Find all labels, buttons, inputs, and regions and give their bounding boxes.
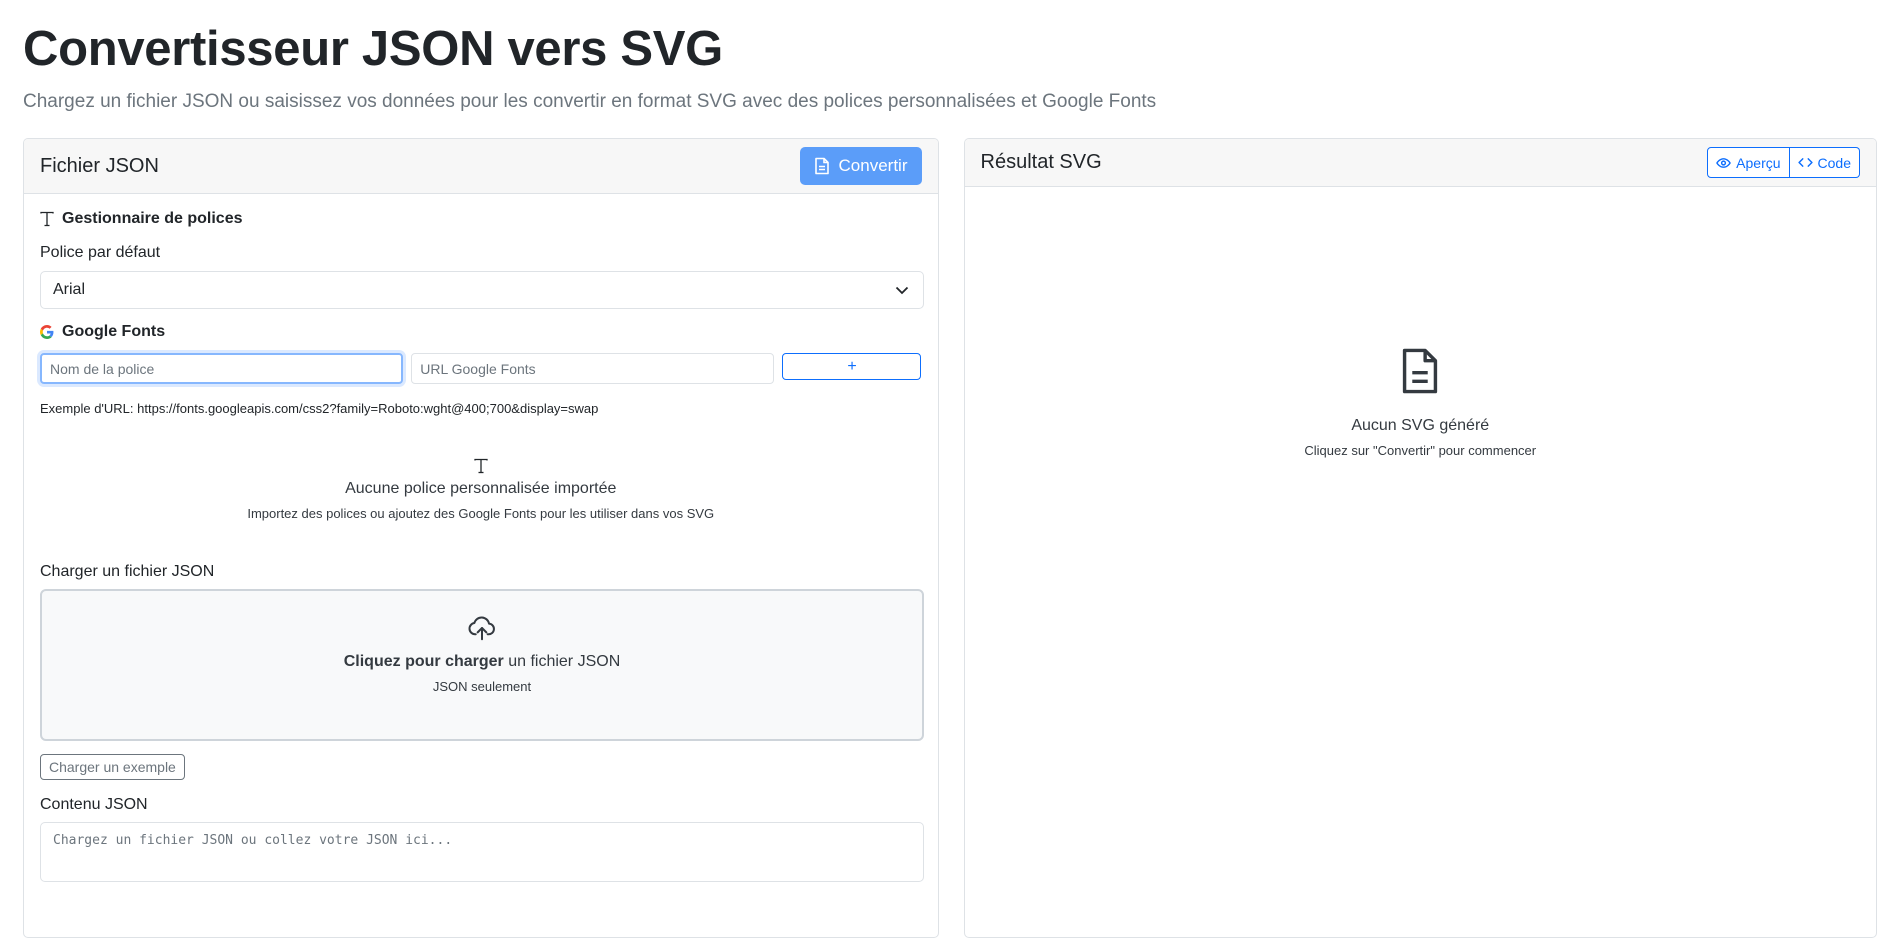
page-title: Convertisseur JSON vers SVG xyxy=(23,22,723,76)
code-button[interactable]: Code xyxy=(1789,147,1860,178)
json-panel-title: Fichier JSON xyxy=(40,154,159,177)
cloud-upload-icon xyxy=(42,591,922,643)
no-svg-empty-state: Aucun SVG généré Cliquez sur "Convertir"… xyxy=(965,347,1877,458)
load-example-button[interactable]: Charger un exemple xyxy=(40,754,185,780)
example-url-help: Exemple d'URL: https://fonts.googleapis.… xyxy=(40,401,599,416)
chevron-down-icon xyxy=(895,286,909,295)
upload-cta-bold: Cliquez pour charger xyxy=(343,653,504,670)
no-fonts-title: Aucune police personnalisée importée xyxy=(345,480,617,497)
page-subtitle: Chargez un fichier JSON ou saisissez vos… xyxy=(23,91,1157,112)
json-panel-header: Fichier JSON Convertir xyxy=(24,139,938,194)
no-fonts-empty-state: Aucune police personnalisée importée Imp… xyxy=(40,458,922,521)
example-button-row: Charger un exemple xyxy=(40,754,922,780)
font-name-input[interactable]: Nom de la police xyxy=(40,353,404,384)
no-svg-title: Aucun SVG généré xyxy=(1351,417,1490,434)
convert-button[interactable]: Convertir xyxy=(799,147,922,185)
json-content-label: Contenu JSON xyxy=(40,796,148,813)
upload-label: Charger un fichier JSON xyxy=(40,563,215,580)
file-text-icon xyxy=(965,347,1877,395)
font-manager-label: Gestionnaire de polices xyxy=(62,210,243,227)
no-svg-hint: Cliquez sur "Convertir" pour commencer xyxy=(1304,443,1537,458)
font-url-placeholder: URL Google Fonts xyxy=(420,360,536,377)
default-font-value: Arial xyxy=(53,281,86,298)
json-panel: Fichier JSON Convertir Gestionnaire de p… xyxy=(23,138,939,938)
main-columns: Fichier JSON Convertir Gestionnaire de p… xyxy=(23,138,1877,938)
upload-hint: JSON seulement xyxy=(432,679,532,694)
preview-button[interactable]: Aperçu xyxy=(1707,147,1790,178)
page: Convertisseur JSON vers SVG Chargez un f… xyxy=(0,0,1900,938)
json-textarea-placeholder: Chargez un fichier JSON ou collez votre … xyxy=(53,833,453,848)
font-manager-title: Gestionnaire de polices xyxy=(40,210,922,228)
google-fonts-label: Google Fonts xyxy=(62,323,166,340)
google-fonts-form: Nom de la police URL Google Fonts + xyxy=(40,353,922,384)
add-font-button[interactable]: + xyxy=(782,353,922,380)
view-toggle: Aperçu Code xyxy=(1707,147,1860,178)
default-font-label: Police par défaut xyxy=(40,244,161,261)
eye-icon xyxy=(1716,157,1732,169)
preview-label: Aperçu xyxy=(1736,154,1781,171)
convert-button-label: Convertir xyxy=(838,156,908,175)
svg-result-header: Résultat SVG Aperçu Code xyxy=(964,139,1876,187)
json-dropzone[interactable]: Cliquez pour charger un fichier JSON JSO… xyxy=(40,589,924,741)
svg-result-panel: Résultat SVG Aperçu Code Aucun SVG génér… xyxy=(963,138,1877,938)
upload-cta: Cliquez pour charger un fichier JSON xyxy=(42,653,922,671)
font-name-placeholder: Nom de la police xyxy=(50,360,155,377)
type-icon xyxy=(40,458,922,474)
code-icon xyxy=(1797,157,1813,168)
no-fonts-description: Importez des polices ou ajoutez des Goog… xyxy=(247,506,715,521)
google-fonts-title: Google Fonts xyxy=(40,323,922,341)
default-font-select[interactable]: Arial xyxy=(40,271,924,309)
file-text-icon xyxy=(814,157,830,175)
svg-result-body: Aucun SVG généré Cliquez sur "Convertir"… xyxy=(965,187,1877,937)
svg-result-title: Résultat SVG xyxy=(980,151,1102,173)
code-label: Code xyxy=(1817,154,1851,171)
font-url-input[interactable]: URL Google Fonts xyxy=(411,353,775,384)
type-icon xyxy=(40,211,54,227)
google-icon xyxy=(40,325,54,339)
json-panel-body: Gestionnaire de polices Police par défau… xyxy=(24,210,938,882)
json-textarea[interactable]: Chargez un fichier JSON ou collez votre … xyxy=(40,822,924,882)
upload-cta-rest: un fichier JSON xyxy=(503,653,621,670)
